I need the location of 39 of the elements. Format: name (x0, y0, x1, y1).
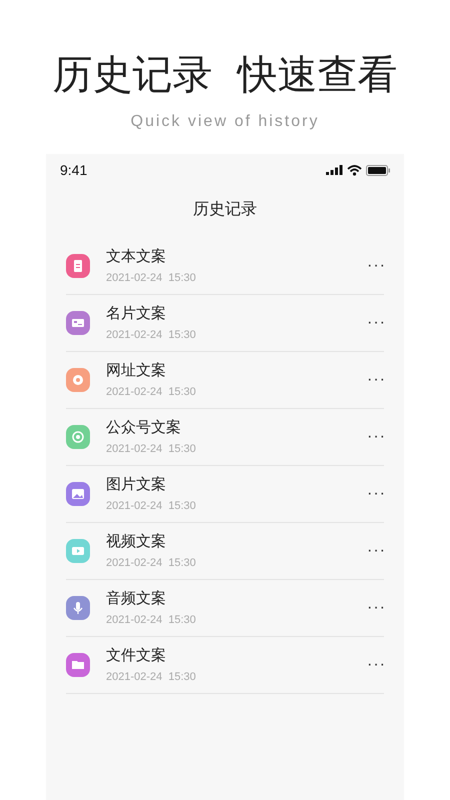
item-time: 2021-02-24 15:30 (106, 442, 197, 456)
item-title: 公众号文案 (106, 418, 182, 438)
item-title: 文件文案 (106, 646, 167, 666)
item-time: 2021-02-24 15:30 (106, 328, 197, 342)
screen-title: 历史记录 (192, 200, 258, 220)
more-button[interactable]: ··· (367, 254, 386, 278)
signal-icon (326, 165, 343, 175)
history-item[interactable]: 公众号文案 2021-02-24 15:30 ··· (66, 409, 384, 466)
item-title: 文本文案 (106, 246, 167, 266)
item-time: 2021-02-24 15:30 (106, 670, 197, 684)
more-button[interactable]: ··· (367, 653, 386, 677)
headline: 历史记录 快速查看 (52, 51, 398, 100)
item-title: 名片文案 (106, 304, 167, 324)
history-item[interactable]: 音频文案 2021-02-24 15:30 ··· (66, 580, 384, 637)
item-time: 2021-02-24 15:30 (106, 384, 197, 400)
history-item[interactable]: 文本文案 2021-02-24 15:30 ··· (66, 238, 384, 295)
item-time: 2021-02-24 15:30 (106, 498, 197, 514)
battery-icon (366, 164, 390, 176)
item-title: 网址文案 (106, 360, 167, 380)
item-title: 视频文案 (106, 532, 167, 552)
more-button[interactable]: ··· (367, 596, 386, 620)
history-item[interactable]: 网址文案 2021-02-24 15:30 ··· (66, 352, 384, 409)
more-button[interactable]: ··· (367, 425, 386, 449)
item-time: 2021-02-24 15:30 (106, 270, 197, 286)
history-item[interactable]: 名片文案 2021-02-24 15:30 ··· (66, 295, 384, 352)
more-button[interactable]: ··· (367, 482, 386, 506)
more-button[interactable]: ··· (367, 539, 386, 563)
item-title: 图片文案 (106, 474, 167, 494)
item-title: 音频文案 (106, 588, 167, 608)
status-time: 9:41 (60, 160, 88, 180)
item-time: 2021-02-24 15:30 (106, 612, 197, 628)
history-item[interactable]: 文件文案 2021-02-24 15:30 ··· (66, 637, 384, 694)
item-time: 2021-02-24 15:30 (106, 556, 197, 570)
more-button[interactable]: ··· (367, 311, 386, 335)
history-item[interactable]: 视频文案 2021-02-24 15:30 ··· (66, 523, 384, 580)
subtitle: Quick view of history (130, 112, 320, 132)
more-button[interactable]: ··· (367, 368, 386, 392)
history-item[interactable]: 图片文案 2021-02-24 15:30 ··· (66, 466, 384, 523)
wifi-icon (347, 164, 362, 176)
